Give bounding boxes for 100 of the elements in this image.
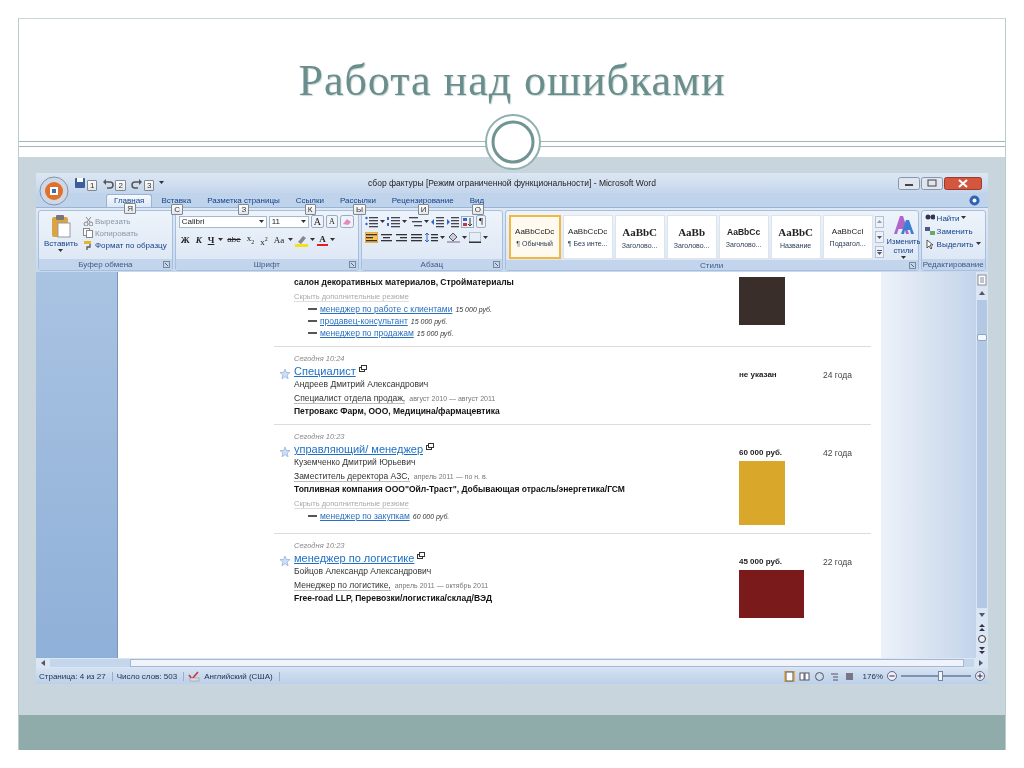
zoom-level[interactable]: 176% bbox=[862, 671, 883, 681]
resume-link[interactable]: менеджер по продажам bbox=[320, 328, 414, 339]
more-icon[interactable] bbox=[874, 246, 884, 259]
caret-icon bbox=[329, 238, 335, 243]
bullet-list-icon[interactable] bbox=[364, 215, 378, 228]
group-label: Шрифт bbox=[253, 260, 280, 270]
browse-object-icon[interactable] bbox=[977, 634, 987, 645]
increase-indent-icon[interactable] bbox=[445, 215, 459, 228]
numbered-list-icon[interactable] bbox=[386, 215, 400, 228]
font-size-field[interactable]: 11 bbox=[268, 215, 309, 228]
clipboard-icon bbox=[50, 214, 71, 239]
reading-view-icon[interactable] bbox=[798, 670, 810, 682]
decrease-indent-icon[interactable] bbox=[430, 215, 444, 228]
undo-icon[interactable] bbox=[102, 177, 115, 190]
borders-icon[interactable] bbox=[468, 232, 481, 244]
minimize-button[interactable] bbox=[898, 176, 920, 190]
spelling-icon[interactable] bbox=[188, 670, 201, 682]
resume-title-link[interactable]: Специалист bbox=[294, 365, 356, 378]
zoom-out-icon[interactable] bbox=[887, 671, 897, 682]
resume-link[interactable]: менеджер по работе с клиентами bbox=[320, 304, 453, 315]
ribbon-command[interactable]: Формат по образцу bbox=[82, 240, 167, 251]
caret-icon bbox=[482, 235, 488, 240]
age-text: 42 года bbox=[823, 448, 853, 459]
group-label: Буфер обмена bbox=[78, 260, 133, 270]
caret-icon bbox=[288, 238, 294, 243]
dialog-launcher-icon[interactable] bbox=[492, 261, 500, 269]
salary-text: 60 000 руб. bbox=[739, 448, 784, 458]
bold-button[interactable]: Ж bbox=[178, 234, 192, 247]
scroll-down-icon[interactable] bbox=[874, 231, 884, 244]
save-icon[interactable] bbox=[74, 177, 86, 190]
new-window-icon[interactable] bbox=[358, 365, 367, 373]
candidate-name: Андреев Дмитрий Александрович bbox=[294, 379, 430, 390]
close-button[interactable] bbox=[944, 176, 982, 190]
scroll-thumb[interactable] bbox=[130, 659, 964, 668]
superscript-button[interactable]: x$^{2}$ bbox=[258, 232, 270, 248]
font-color-button[interactable]: A bbox=[317, 234, 328, 247]
caret-icon bbox=[300, 219, 306, 224]
multilevel-list-icon[interactable] bbox=[408, 215, 422, 228]
cursor-icon bbox=[924, 239, 935, 250]
word-count[interactable]: Число слов: 503 bbox=[116, 671, 185, 681]
photo-placeholder bbox=[739, 570, 804, 619]
scissors-icon bbox=[82, 216, 93, 227]
photo-placeholder bbox=[739, 461, 785, 526]
caret-icon bbox=[379, 219, 385, 224]
pilcrow-button[interactable]: ¶ bbox=[475, 215, 487, 229]
page-count[interactable]: Страница: 4 из 27 bbox=[39, 671, 113, 681]
highlighter-icon[interactable] bbox=[295, 233, 309, 247]
underline-button[interactable]: Ч bbox=[205, 234, 217, 247]
ribbon-command[interactable]: Заменить bbox=[924, 226, 982, 237]
company-text: салон декоративных материалов, Стройматериалы bbox=[294, 277, 515, 288]
caret-icon bbox=[218, 238, 224, 243]
line-spacing-icon[interactable] bbox=[424, 232, 438, 244]
strikethrough-button[interactable]: abe bbox=[225, 234, 243, 247]
paint-bucket-icon[interactable] bbox=[446, 232, 460, 244]
paste-button[interactable]: Вставить bbox=[42, 214, 80, 260]
subscript-button[interactable]: x$_{2}$ bbox=[244, 232, 257, 248]
photo-placeholder bbox=[739, 277, 785, 326]
redo-icon[interactable] bbox=[130, 177, 143, 190]
new-window-icon[interactable] bbox=[417, 552, 426, 560]
scroll-thumb[interactable] bbox=[977, 334, 987, 342]
italic-button[interactable]: К bbox=[193, 234, 204, 247]
dialog-launcher-icon[interactable] bbox=[162, 261, 170, 269]
caret-icon bbox=[258, 219, 264, 224]
globe-icon[interactable] bbox=[813, 670, 825, 682]
dash-mark bbox=[308, 515, 317, 518]
resume-link[interactable]: продавец-консультант bbox=[320, 316, 408, 327]
zoom-slider-thumb[interactable] bbox=[937, 671, 943, 682]
dialog-launcher-icon[interactable] bbox=[908, 262, 916, 270]
caret-icon bbox=[401, 219, 407, 224]
resume-title-link[interactable]: управляющий/ менеджер bbox=[294, 443, 423, 456]
align-right-icon[interactable] bbox=[394, 232, 408, 244]
align-left-icon[interactable] bbox=[364, 232, 378, 244]
new-window-icon[interactable] bbox=[426, 443, 434, 451]
ribbon-command[interactable]: Найти bbox=[924, 213, 982, 224]
caret-icon bbox=[423, 219, 429, 224]
align-center-icon[interactable] bbox=[379, 232, 393, 244]
change-case-button[interactable]: Aa bbox=[271, 234, 287, 247]
caret-icon bbox=[961, 216, 967, 221]
justify-icon[interactable] bbox=[409, 232, 423, 244]
font-name-field[interactable]: Calibri bbox=[178, 215, 267, 228]
keytip-badge: 1 bbox=[87, 179, 98, 191]
star-icon bbox=[280, 556, 290, 567]
zoom-in-icon[interactable] bbox=[975, 671, 985, 682]
help-icon[interactable] bbox=[969, 194, 980, 206]
ribbon-command[interactable]: Выделить bbox=[924, 239, 982, 250]
resume-link[interactable]: менеджер по закупкам bbox=[320, 511, 410, 522]
caret-icon bbox=[310, 238, 316, 243]
sort-icon[interactable] bbox=[460, 215, 474, 228]
language-indicator[interactable]: Английский (США) bbox=[204, 671, 280, 681]
shrink-font-button[interactable]: A bbox=[325, 215, 338, 229]
grow-font-button[interactable]: A bbox=[310, 215, 324, 229]
company-text: Free-road LLP, Перевозки/логистика/склад/ВЭД bbox=[294, 593, 493, 604]
paintbrush-icon bbox=[82, 240, 93, 251]
dialog-launcher-icon[interactable] bbox=[348, 261, 356, 269]
caret-icon bbox=[975, 242, 981, 247]
group-label: Редактирование bbox=[922, 260, 984, 270]
draft-view-icon[interactable] bbox=[843, 670, 855, 682]
keytip-badge: 2 bbox=[115, 179, 126, 191]
resume-title-link[interactable]: менеджер по логистике bbox=[294, 552, 415, 565]
page-view-icon[interactable] bbox=[783, 670, 795, 682]
